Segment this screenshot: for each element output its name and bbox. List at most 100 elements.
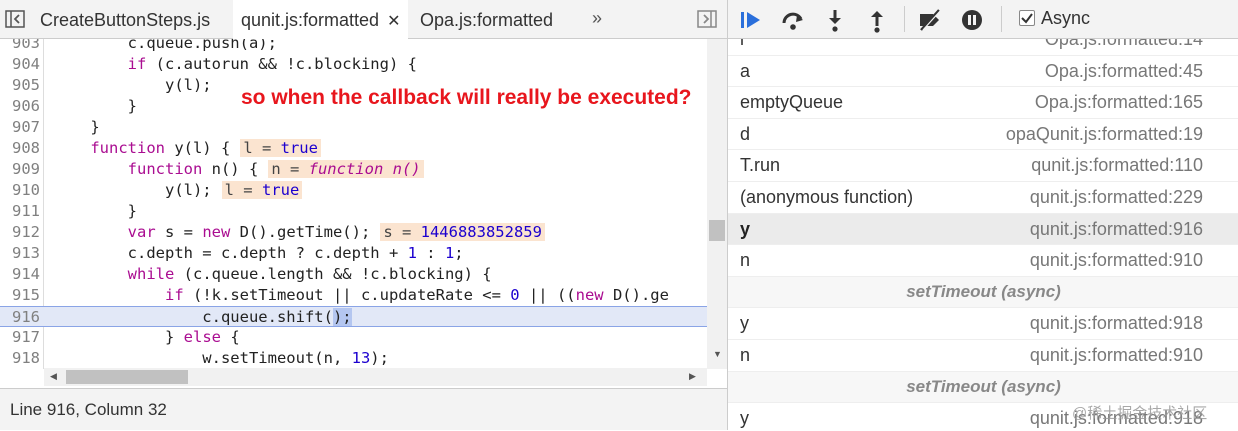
horizontal-scrollbar[interactable]: ◀ ▶ [44, 368, 707, 386]
line-number[interactable]: 912 [0, 222, 40, 243]
code-text: if (!k.setTimeout || c.updateRate <= 0 |… [164, 286, 669, 304]
call-frame[interactable]: y qunit.js:formatted:916 [728, 213, 1238, 246]
code-text: c.depth = c.depth ? c.depth + 1 : 1; [53, 244, 464, 262]
toggle-navigator-icon[interactable] [4, 8, 26, 30]
annotation-text: so when the callback will really be exec… [241, 86, 692, 109]
code-line[interactable]: 907 } [0, 117, 707, 138]
line-number[interactable]: 903 [0, 39, 40, 54]
code-line[interactable]: 917 } else { [0, 327, 707, 348]
frame-function-name: a [740, 60, 751, 81]
tab-label: Opa.js:formatted [420, 10, 554, 30]
code-line[interactable]: 914 while (c.queue.length && !c.blocking… [0, 264, 707, 285]
async-label: Async [1041, 8, 1091, 28]
scroll-left-icon[interactable]: ◀ [50, 371, 57, 382]
code-text: y(l); [53, 76, 212, 94]
code-line[interactable]: 916 c.queue.shift(); [0, 306, 707, 327]
call-frame[interactable]: n qunit.js:formatted:910 [728, 245, 1238, 277]
scrollbar-thumb[interactable] [66, 370, 188, 384]
code-text: c.queue.shift(); [53, 308, 352, 326]
line-number[interactable]: 907 [0, 117, 40, 138]
toolbar-divider [1001, 6, 1002, 32]
call-frame[interactable]: a Opa.js:formatted:45 [728, 56, 1238, 88]
frame-function-name: setTimeout (async) [906, 376, 1061, 396]
line-number[interactable]: 916 [0, 307, 40, 328]
scroll-down-icon[interactable]: ▼ [713, 349, 722, 359]
deactivate-breakpoints-icon[interactable] [917, 7, 943, 33]
call-frame[interactable]: d opaQunit.js:formatted:19 [728, 119, 1238, 151]
call-frame[interactable]: emptyQueue Opa.js:formatted:165 [728, 87, 1238, 119]
toolbar-divider [904, 6, 905, 32]
tab-create-button-steps[interactable]: CreateButtonSteps.js [32, 0, 218, 39]
line-number[interactable]: 914 [0, 264, 40, 285]
frame-function-name: y [740, 408, 749, 429]
call-frame[interactable]: y qunit.js:formatted:918 [728, 308, 1238, 340]
vertical-scrollbar[interactable]: ▼ [707, 39, 727, 369]
code-line[interactable]: 908 function y(l) {l = true [0, 138, 707, 159]
tab-label: CreateButtonSteps.js [40, 10, 211, 30]
line-number[interactable]: 911 [0, 201, 40, 222]
code-text: } [53, 202, 137, 220]
code-text: y(l); l = true [53, 180, 303, 201]
code-text: w.setTimeout(n, 13); [53, 349, 389, 367]
frame-function-name: (anonymous function) [740, 187, 914, 207]
line-number[interactable]: 917 [0, 327, 40, 348]
toggle-sidebar-icon[interactable] [696, 8, 718, 30]
more-tabs-icon[interactable]: » [592, 8, 602, 29]
call-stack-list: l Opa.js:formatted:14 a Opa.js:formatted:45… [728, 39, 1238, 430]
line-number[interactable]: 905 [0, 75, 40, 96]
code-line[interactable]: 918 w.setTimeout(n, 13); [0, 348, 707, 369]
step-out-icon[interactable] [864, 7, 890, 33]
code-line[interactable]: 913 c.depth = c.depth ? c.depth + 1 : 1; [0, 243, 707, 264]
code-line[interactable]: 915 if (!k.setTimeout || c.updateRate <=… [0, 285, 707, 306]
inline-value: s = 1446883852859 [380, 223, 545, 241]
frame-function-name: setTimeout (async) [906, 281, 1061, 301]
debugger-sidebar: Async l Opa.js:formatted:14 a Opa.js:format… [727, 0, 1238, 430]
code-text: } [53, 97, 137, 115]
code-line[interactable]: 912 var s = new D().getTime(); s = 144688… [0, 222, 707, 243]
pause-on-exceptions-icon[interactable] [959, 7, 985, 33]
step-into-icon[interactable] [822, 7, 848, 33]
line-number[interactable]: 918 [0, 348, 40, 369]
line-number[interactable]: 906 [0, 96, 40, 117]
checkmark-icon [1021, 13, 1033, 24]
inline-value: l = true [240, 139, 321, 157]
code-line[interactable]: 904 if (c.autorun && !c.blocking) { [0, 54, 707, 75]
debugger-toolbar: Async [728, 0, 1238, 39]
code-line[interactable]: 910 y(l); l = true [0, 180, 707, 201]
frame-function-name: T.run [740, 155, 781, 176]
code-text: if (c.autorun && !c.blocking) { [127, 55, 417, 73]
scrollbar-thumb[interactable] [709, 220, 725, 241]
code-line[interactable]: 903 c.queue.push(a); [0, 39, 707, 54]
frame-location: qunit.js:formatted:910 [1029, 250, 1203, 271]
code-text: while (c.queue.length && !c.blocking) { [127, 265, 492, 283]
resume-icon[interactable] [738, 7, 764, 33]
frame-location: qunit.js:formatted:916 [1029, 218, 1203, 239]
call-frame[interactable]: (anonymous function) qunit.js:formatted:2… [728, 182, 1238, 214]
call-frame[interactable]: l Opa.js:formatted:14 [728, 39, 1238, 56]
code-line[interactable]: 911 } [0, 201, 707, 222]
tab-qunit-formatted[interactable]: qunit.js:formatted ✕ [233, 0, 409, 42]
cursor-position: Line 916, Column 32 [10, 400, 167, 419]
frame-function-name: emptyQueue [740, 92, 844, 113]
frame-function-name: d [740, 123, 751, 144]
step-over-icon[interactable] [780, 7, 806, 33]
async-checkbox[interactable] [1019, 10, 1035, 26]
call-frame[interactable]: T.run qunit.js:formatted:110 [728, 150, 1238, 182]
line-number[interactable]: 910 [0, 180, 40, 201]
close-icon[interactable]: ✕ [387, 2, 400, 42]
async-separator: setTimeout (async) [728, 371, 1238, 404]
line-number[interactable]: 913 [0, 243, 40, 264]
frame-location: qunit.js:formatted:110 [1031, 155, 1203, 176]
frame-function-name: y [740, 218, 751, 239]
line-number[interactable]: 908 [0, 138, 40, 159]
call-frame[interactable]: n qunit.js:formatted:910 [728, 340, 1238, 372]
line-number[interactable]: 915 [0, 285, 40, 306]
code-text: function n() {n = function n() [53, 159, 424, 180]
code-line[interactable]: 909 function n() {n = function n() [0, 159, 707, 180]
tab-opa-formatted[interactable]: Opa.js:formatted [412, 0, 561, 39]
line-number[interactable]: 909 [0, 159, 40, 180]
frame-function-name: n [740, 345, 751, 365]
line-number[interactable]: 904 [0, 54, 40, 75]
scroll-right-icon[interactable]: ▶ [689, 371, 696, 382]
frame-location: qunit.js:formatted:910 [1029, 345, 1203, 365]
